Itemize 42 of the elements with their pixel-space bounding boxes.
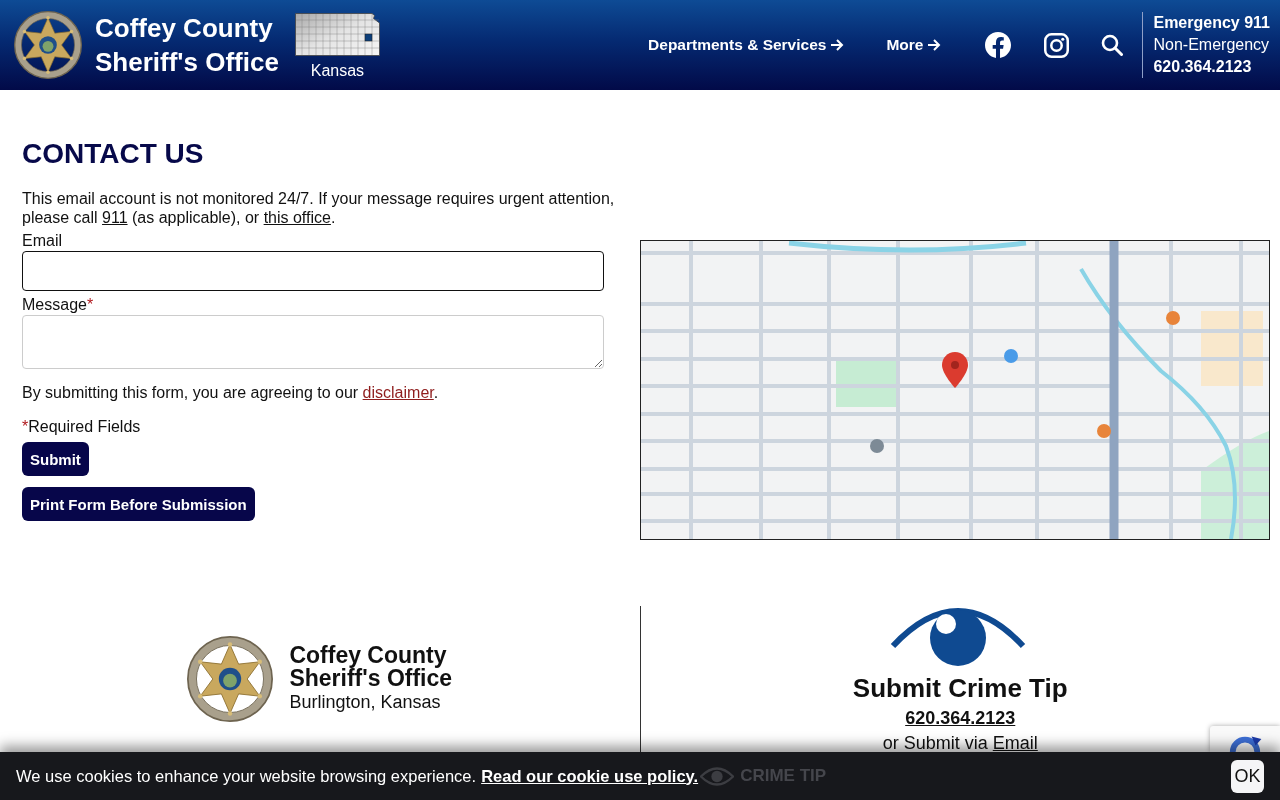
facebook-icon[interactable] — [985, 32, 1012, 58]
site-title: Coffey County Sheriff's Office — [95, 12, 279, 79]
required-asterisk: * — [22, 417, 29, 436]
non-emergency-label: Non-Emergency — [1153, 35, 1270, 55]
intro-paragraph: This email account is not monitored 24/7. If your message requires urgent attention, please call 911 (as applicable), or this office. — [22, 189, 616, 227]
agreement-text: By submitting this form, you are agreeing to our disclaimer. — [22, 383, 439, 402]
page-heading: CONTACT US — [22, 137, 204, 171]
emergency-number: Emergency 911 — [1153, 13, 1270, 33]
email-link[interactable]: Email — [992, 733, 1038, 753]
crime-tip-title: Submit Crime Tip — [852, 672, 1068, 705]
faded-eye-icon — [700, 765, 735, 787]
cookie-message: We use cookies to enhance your website browsing experience. — [16, 766, 477, 786]
textarea-field[interactable] — [22, 315, 604, 369]
disclaimer-link[interactable]: disclaimer — [362, 384, 434, 401]
inline-link[interactable]: 911 — [102, 209, 128, 226]
search-icon[interactable] — [1101, 34, 1124, 56]
field-label: Email — [22, 231, 62, 250]
nav-link[interactable]: Departments & Services — [648, 36, 845, 54]
submit-via-text: or Submit via Email — [882, 732, 1038, 755]
state-map-icon — [294, 13, 380, 56]
agency-name: Coffey County Sheriff's Office — [289, 644, 453, 690]
required-fields-note: Required Fields — [28, 417, 141, 436]
form-button[interactable]: Print Form Before Submission — [22, 487, 255, 521]
form-button[interactable]: Submit — [22, 442, 89, 476]
phone-number[interactable]: 620.364.2123 — [1153, 56, 1270, 78]
sheriff-star-badge-icon — [187, 636, 274, 722]
state-label: Kansas — [310, 61, 365, 81]
ok-button[interactable]: OK — [1231, 759, 1264, 793]
agency-location: Burlington, Kansas — [289, 691, 442, 714]
tip-phone-link[interactable]: 620.364.2123 — [905, 707, 1016, 729]
sheriff-star-badge-icon — [14, 11, 82, 79]
eye-icon — [890, 606, 1027, 668]
input-field[interactable] — [22, 251, 604, 291]
nav-link[interactable]: More — [886, 36, 942, 54]
arrow-right-icon — [830, 38, 845, 52]
instagram-icon[interactable] — [1044, 32, 1070, 58]
required-asterisk: * — [86, 295, 94, 314]
cookie-policy-link[interactable]: Read our cookie use policy. — [481, 766, 699, 786]
field-label: Message — [22, 295, 87, 314]
map-pin-icon — [941, 351, 969, 389]
arrow-right-icon — [927, 38, 942, 52]
inline-link[interactable]: this office — [263, 209, 331, 226]
